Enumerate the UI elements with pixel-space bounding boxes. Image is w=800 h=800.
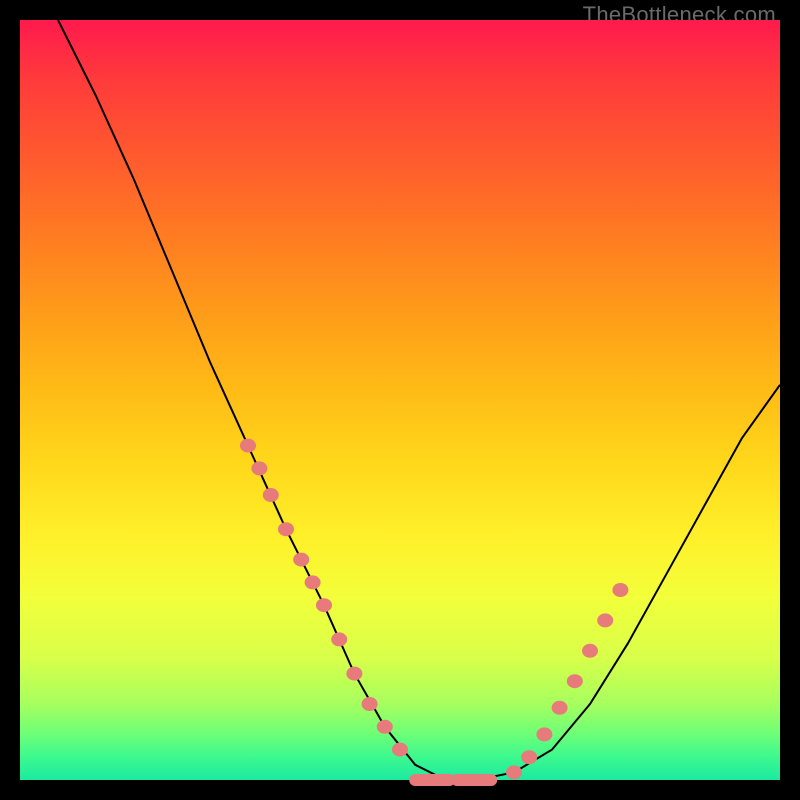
- highlight-marker: [582, 644, 598, 658]
- highlight-marker: [536, 727, 552, 741]
- highlight-marker: [293, 553, 309, 567]
- highlight-marker: [331, 632, 347, 646]
- highlight-marker: [521, 750, 537, 764]
- highlight-marker: [377, 720, 393, 734]
- highlight-marker: [552, 701, 568, 715]
- highlight-marker: [278, 522, 294, 536]
- highlight-marker: [612, 583, 628, 597]
- highlight-marker: [316, 598, 332, 612]
- highlight-marker: [506, 765, 522, 779]
- highlight-marker: [240, 439, 256, 453]
- highlight-marker: [251, 461, 267, 475]
- chart-svg: [20, 20, 780, 780]
- highlight-marker: [392, 743, 408, 757]
- highlight-marker: [305, 575, 321, 589]
- highlight-marker: [362, 697, 378, 711]
- highlight-marker: [597, 613, 613, 627]
- bottleneck-curve: [58, 20, 780, 780]
- highlight-marker: [346, 667, 362, 681]
- highlight-marker: [263, 488, 279, 502]
- highlight-marker: [567, 674, 583, 688]
- curve-group: [58, 20, 780, 780]
- chart-container: TheBottleneck.com: [0, 0, 800, 800]
